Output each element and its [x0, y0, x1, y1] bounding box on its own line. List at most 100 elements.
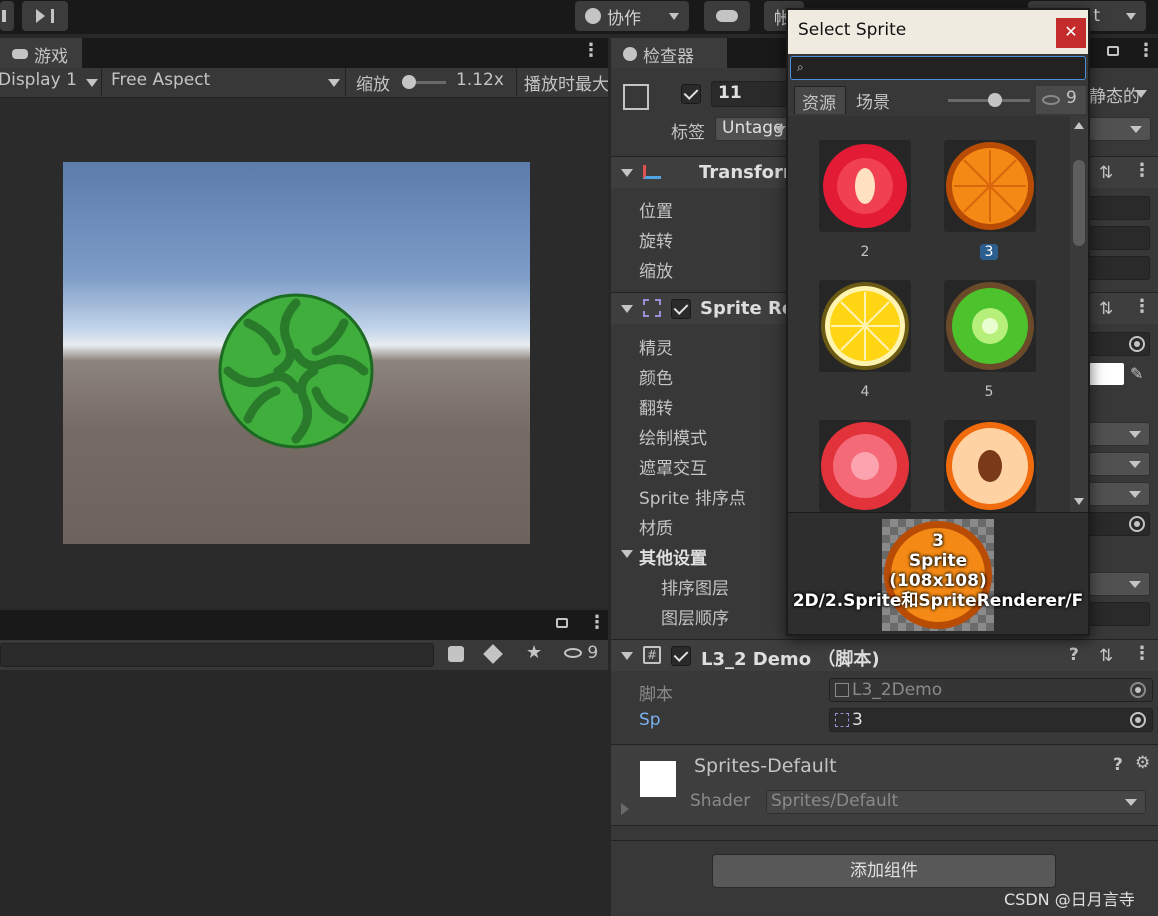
chevron-down-icon — [1135, 90, 1147, 98]
tab-assets[interactable]: 资源 — [794, 86, 846, 114]
lemon-slice-icon — [821, 282, 909, 370]
sprite-field[interactable] — [1088, 332, 1150, 356]
script-field: L3_2Demo — [829, 678, 1153, 702]
panel-menu-icon[interactable]: ⋮ — [1137, 40, 1155, 61]
slider-thumb[interactable] — [402, 75, 416, 89]
component-menu-icon[interactable]: ⋮ — [1133, 643, 1151, 664]
lock-icon[interactable] — [1107, 46, 1119, 56]
presets-icon[interactable]: ⇅ — [1099, 163, 1113, 183]
tomato-slice-icon — [821, 422, 909, 510]
cloud-button[interactable] — [704, 1, 750, 31]
sprite-renderer-enabled-checkbox[interactable] — [671, 299, 691, 319]
lock-icon[interactable] — [556, 618, 568, 628]
sprite-search-input[interactable]: ⌕ — [790, 56, 1086, 80]
tag-dropdown[interactable]: Untagg — [715, 117, 795, 141]
type-filter-icon[interactable] — [448, 646, 464, 662]
script-header[interactable]: # L3_2 Demo （脚本) ? ⇅ ⋮ — [611, 639, 1158, 671]
watermark: CSDN @日月言寺 — [1004, 890, 1135, 909]
tab-inspector[interactable]: 检查器 — [611, 38, 727, 68]
object-picker-icon[interactable] — [1130, 712, 1146, 728]
component-menu-icon[interactable]: ⋮ — [1133, 296, 1151, 317]
tab-scene[interactable]: 场景 — [850, 86, 902, 114]
help-icon[interactable]: ? — [1069, 645, 1079, 665]
strawberry-slice-icon — [823, 144, 907, 228]
panel-menu-icon[interactable]: ⋮ — [582, 40, 600, 61]
tab-inspector-label: 检查器 — [643, 46, 694, 67]
game-viewport — [0, 98, 608, 608]
eye-slash-icon — [1042, 95, 1060, 105]
slider-thumb[interactable] — [988, 93, 1002, 107]
aspect-dropdown[interactable]: Free Aspect — [104, 68, 346, 96]
orange-slice-icon — [946, 142, 1034, 230]
pause-button[interactable] — [0, 1, 14, 31]
project-tab-strip: ⋮ — [0, 610, 608, 640]
transform-icon — [643, 165, 661, 179]
mask-interaction-dropdown[interactable] — [1088, 452, 1150, 476]
scroll-down-icon[interactable] — [1074, 498, 1084, 505]
scale-slider[interactable] — [402, 75, 446, 89]
color-label: 颜色 — [639, 369, 673, 389]
sprite-item-label: 5 — [984, 384, 994, 400]
sprite-item-lemon[interactable] — [819, 280, 911, 372]
object-picker-icon[interactable] — [1129, 336, 1145, 352]
color-swatch[interactable] — [1088, 363, 1124, 385]
scroll-up-icon[interactable] — [1074, 122, 1084, 129]
active-checkbox[interactable] — [681, 84, 701, 104]
close-button[interactable]: ✕ — [1056, 18, 1086, 48]
position-field[interactable] — [1088, 196, 1150, 220]
sprite-item-label: 2 — [860, 244, 870, 260]
star-icon[interactable]: ★ — [526, 642, 542, 663]
project-search-input[interactable] — [0, 643, 434, 667]
display-dropdown[interactable]: Display 1 — [0, 68, 102, 96]
panel-menu-icon[interactable]: ⋮ — [588, 612, 606, 633]
collab-button[interactable]: 协作 — [575, 1, 689, 31]
scroll-thumb[interactable] — [1073, 160, 1085, 246]
step-button[interactable] — [22, 1, 68, 31]
thumbnail-size-slider[interactable] — [948, 93, 1030, 107]
help-icon[interactable]: ? — [1113, 755, 1123, 775]
material-field[interactable] — [1088, 512, 1150, 536]
sp-field[interactable]: 3 — [829, 708, 1153, 732]
popup-title: Select Sprite — [798, 20, 907, 40]
material-section: Sprites-Default Shader Sprites/Default ?… — [611, 744, 1158, 826]
sprite-item-tomato[interactable] — [819, 420, 911, 512]
chevron-down-icon — [1126, 12, 1136, 20]
object-picker-icon[interactable] — [1129, 516, 1145, 532]
step-icon — [36, 9, 45, 23]
scale-field[interactable] — [1088, 256, 1150, 280]
mask-interaction-label: 遮罩交互 — [639, 459, 707, 479]
order-in-layer-field[interactable] — [1088, 602, 1150, 626]
maximize-on-play-toggle[interactable]: 播放时最大 — [524, 70, 608, 95]
script-enabled-checkbox[interactable] — [671, 646, 691, 666]
chevron-down-icon — [328, 79, 340, 87]
presets-icon[interactable]: ⇅ — [1099, 299, 1113, 319]
eyedropper-icon[interactable]: ✎ — [1130, 364, 1143, 383]
draw-mode-dropdown[interactable] — [1088, 422, 1150, 446]
presets-icon[interactable]: ⇅ — [1099, 646, 1113, 666]
component-menu-icon[interactable]: ⋮ — [1133, 160, 1151, 181]
preview-name: 3 — [932, 531, 944, 551]
foldout-icon[interactable] — [621, 803, 629, 815]
other-settings-foldout[interactable]: 其他设置 — [639, 544, 707, 569]
aspect-label: Free Aspect — [111, 70, 211, 90]
label-filter-icon[interactable] — [483, 644, 503, 664]
layer-dropdown[interactable] — [1087, 117, 1151, 141]
preview-info: 3 Sprite (108x108) 2D/2.Sprite和SpriteRen… — [788, 531, 1088, 611]
rotation-field[interactable] — [1088, 226, 1150, 250]
foldout-icon[interactable] — [621, 550, 633, 558]
tab-game[interactable]: 游戏 — [0, 38, 82, 68]
sort-point-dropdown[interactable] — [1088, 482, 1150, 506]
sprite-item-orange[interactable] — [944, 140, 1036, 232]
sprite-item-peach[interactable] — [944, 420, 1036, 512]
grid-scrollbar[interactable] — [1070, 116, 1088, 512]
hidden-packages-toggle[interactable]: 9 — [564, 643, 598, 663]
sprite-item-strawberry[interactable] — [819, 140, 911, 232]
sprite-asset-icon — [835, 713, 849, 727]
object-name-field[interactable]: 11 — [711, 81, 791, 107]
sprite-item-kiwi[interactable] — [944, 280, 1036, 372]
gear-icon[interactable]: ⚙ — [1135, 753, 1150, 773]
static-toggle[interactable]: 静态的 — [1089, 82, 1140, 107]
sorting-layer-dropdown[interactable] — [1088, 572, 1150, 596]
hidden-toggle[interactable]: 9 — [1036, 86, 1086, 114]
add-component-button[interactable]: 添加组件 — [712, 854, 1056, 888]
